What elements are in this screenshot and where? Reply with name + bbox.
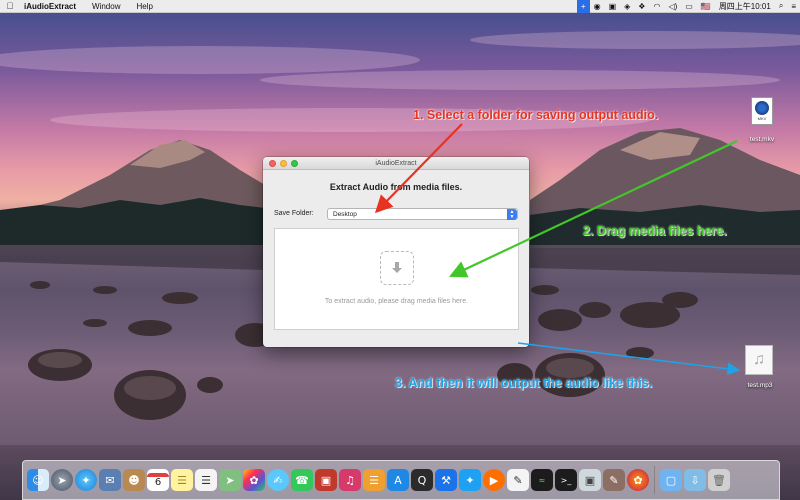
ibooks-icon[interactable]: ☰: [363, 469, 385, 491]
facetime-icon[interactable]: ☎: [291, 469, 313, 491]
app-store-icon[interactable]: A: [387, 469, 409, 491]
window-controls: [269, 160, 298, 167]
menu-app-name[interactable]: iAudioExtract: [20, 2, 84, 11]
wifi-icon[interactable]: ◠: [649, 0, 664, 13]
desktop-file-mkv-label: test.mkv: [749, 136, 775, 143]
maps-icon[interactable]: ➤: [219, 469, 241, 491]
annotation-step3: 3. And then it will output the audio lik…: [395, 376, 653, 390]
window-title: iAudioExtract: [375, 159, 417, 167]
photobooth-icon[interactable]: ▣: [315, 469, 337, 491]
reminders-icon[interactable]: ☰: [195, 469, 217, 491]
messages-icon[interactable]: ✍: [267, 469, 289, 491]
downloads-folder-icon[interactable]: ⇩: [684, 469, 706, 491]
preview-icon[interactable]: ▣: [579, 469, 601, 491]
vlc-icon[interactable]: ▶: [483, 469, 505, 491]
save-folder-value: Desktop: [333, 210, 357, 218]
terminal-icon[interactable]: >_: [555, 469, 577, 491]
apple-menu-icon[interactable]: : [0, 1, 20, 11]
calendar-icon[interactable]: 6: [147, 469, 169, 491]
status-app-icon-4[interactable]: ❖: [634, 0, 649, 13]
menu-window[interactable]: Window: [84, 2, 128, 11]
annotation-step1: 1. Select a folder for saving output aud…: [413, 108, 659, 122]
calendar-day: 6: [154, 476, 162, 488]
clock[interactable]: 周四上午10:01: [715, 0, 775, 13]
dock: ☺ ➤ ✦ ✉ ☻ 6 ☰ ☰ ➤ ✿ ✍ ☎ ▣ ♫ ☰ A Q ⚒ ✦ ▶ …: [22, 460, 780, 500]
quicktime-icon[interactable]: Q: [411, 469, 433, 491]
grapher-icon[interactable]: ✎: [603, 469, 625, 491]
flag-icon[interactable]: 🇺🇸: [697, 0, 715, 13]
mail-photo-icon[interactable]: ✉: [99, 469, 121, 491]
notification-center-icon[interactable]: ≡: [787, 0, 800, 13]
volume-icon[interactable]: ◁): [664, 0, 681, 13]
launchpad-icon[interactable]: ➤: [51, 469, 73, 491]
drop-zone[interactable]: To extract audio, please drag media file…: [274, 228, 519, 330]
save-folder-select[interactable]: Desktop ▲ ▼: [327, 208, 518, 220]
firefox-icon[interactable]: ✿: [627, 469, 649, 491]
xcode-icon[interactable]: ⚒: [435, 469, 457, 491]
finder-icon[interactable]: ☺: [27, 469, 49, 491]
textedit-icon[interactable]: ✎: [507, 469, 529, 491]
photos-icon[interactable]: ✿: [243, 469, 265, 491]
chevron-updown-icon: ▲ ▼: [507, 209, 517, 220]
battery-icon[interactable]: ▭: [681, 0, 697, 13]
drop-zone-hint: To extract audio, please drag media file…: [324, 298, 469, 305]
activity-monitor-icon[interactable]: ≈: [531, 469, 553, 491]
dock-separator: [654, 466, 655, 494]
status-app-icon-3[interactable]: ◈: [620, 0, 634, 13]
page-title: Extract Audio from media files.: [329, 182, 463, 192]
close-button[interactable]: [269, 160, 276, 167]
itunes-icon[interactable]: ♫: [339, 469, 361, 491]
spotlight-icon[interactable]: ⌕: [775, 0, 787, 13]
status-app-icon-1[interactable]: ◉: [590, 0, 605, 13]
annotation-step2: 2. Drag media files here.: [583, 224, 727, 238]
twitter-icon[interactable]: ✦: [459, 469, 481, 491]
applications-folder-icon[interactable]: ▢: [660, 469, 682, 491]
menu-help[interactable]: Help: [128, 2, 160, 11]
music-note-icon: ♫: [745, 345, 773, 375]
status-area: + ◉ ▣ ◈ ❖ ◠ ◁) ▭ 🇺🇸 周四上午10:01 ⌕ ≡: [576, 0, 800, 13]
download-arrow-glyph: [392, 262, 402, 273]
input-method-icon[interactable]: +: [576, 0, 590, 13]
save-folder-label: Save Folder:: [274, 210, 314, 217]
video-file-icon: MKV: [751, 97, 773, 125]
status-app-icon-2[interactable]: ▣: [605, 0, 621, 13]
desktop-file-mp3-label: test.mp3: [747, 382, 773, 389]
mkv-badge: MKV: [757, 116, 767, 121]
menu-bar:  iAudioExtract Window Help + ◉ ▣ ◈ ❖ ◠ …: [0, 0, 800, 13]
window-titlebar[interactable]: iAudioExtract: [263, 157, 529, 170]
trash-icon[interactable]: 🗑: [708, 469, 730, 491]
app-window: iAudioExtract Extract Audio from media f…: [263, 157, 529, 347]
notes-icon[interactable]: ☰: [171, 469, 193, 491]
zoom-button[interactable]: [291, 160, 298, 167]
minimize-button[interactable]: [280, 160, 287, 167]
disc-icon: [755, 101, 769, 115]
contacts-icon[interactable]: ☻: [123, 469, 145, 491]
safari-icon[interactable]: ✦: [75, 469, 97, 491]
download-arrow-icon: [380, 251, 414, 285]
